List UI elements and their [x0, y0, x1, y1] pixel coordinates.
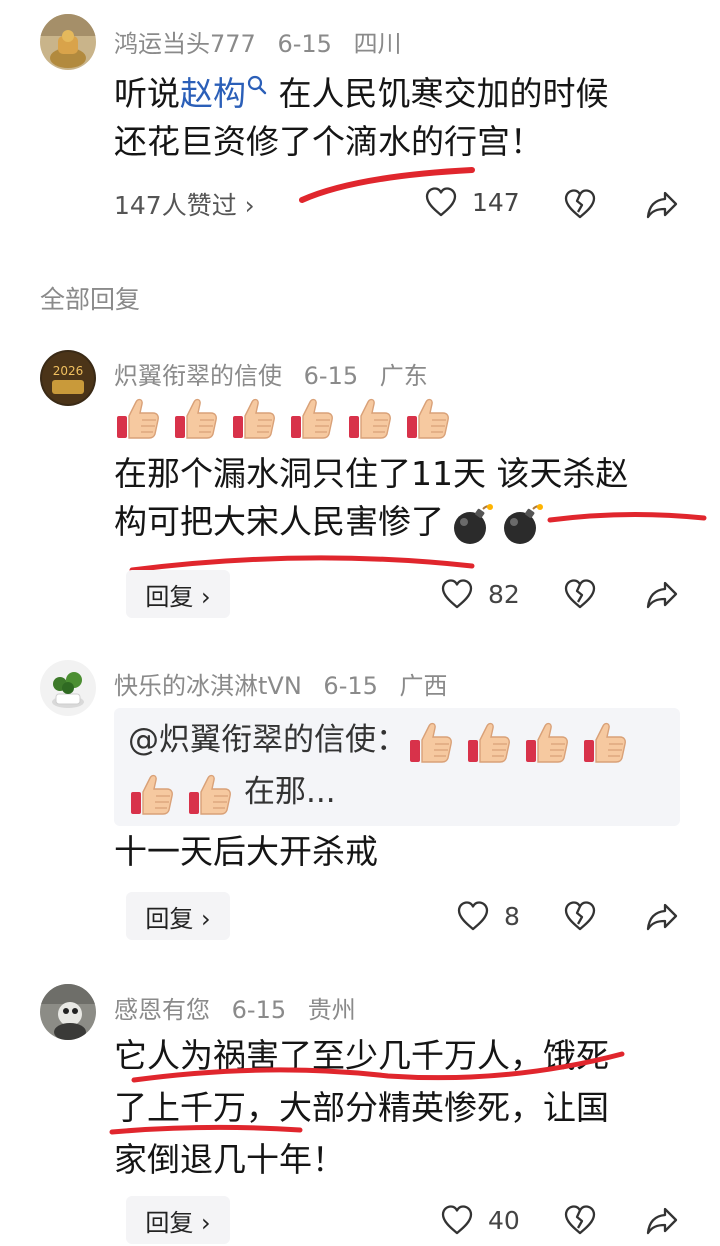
- like-button[interactable]: 82: [440, 578, 520, 610]
- reply-location: 广西: [399, 672, 448, 700]
- thumbs-up-emoji: [114, 394, 162, 442]
- share-icon[interactable]: [645, 580, 679, 610]
- like-count: 40: [488, 1205, 520, 1235]
- likers-link[interactable]: 147人赞过 ›: [114, 186, 255, 222]
- like-count: 147: [472, 187, 520, 217]
- thumbs-up-emoji: [230, 394, 278, 442]
- thumbs-up-emoji: [172, 394, 220, 442]
- post-location: 四川: [353, 30, 402, 58]
- avatar[interactable]: [40, 984, 96, 1040]
- heart-icon: [440, 578, 474, 610]
- thumbs-up-emoji: [581, 718, 629, 766]
- broken-heart-icon[interactable]: [563, 1204, 597, 1236]
- like-button[interactable]: 40: [440, 1204, 520, 1236]
- thumbs-up-emoji: [288, 394, 336, 442]
- thumbs-up-emoji: [523, 718, 571, 766]
- quoted-user[interactable]: @炽翼衔翠的信使：: [128, 722, 407, 758]
- reply-text: 十一天后大开杀戒: [114, 832, 378, 871]
- reply-meta: 炽翼衔翠的信使 6-15 广东: [114, 356, 442, 391]
- username[interactable]: 感恩有您: [114, 996, 210, 1024]
- broken-heart-icon[interactable]: [563, 900, 597, 932]
- reply-button[interactable]: 回复 ›: [126, 570, 230, 618]
- thumbs-up-emoji: [407, 718, 455, 766]
- search-icon: [247, 75, 267, 95]
- emoji-row: [114, 394, 462, 442]
- reply-date: 6-15: [303, 362, 359, 390]
- avatar[interactable]: [40, 14, 96, 70]
- share-icon[interactable]: [645, 190, 679, 220]
- reply-location: 广东: [379, 362, 428, 390]
- heart-icon: [424, 186, 458, 218]
- thumbs-up-emoji: [186, 770, 234, 818]
- thumbs-up-emoji: [346, 394, 394, 442]
- username[interactable]: 鸿运当头777: [114, 30, 256, 58]
- avatar[interactable]: 2026: [40, 350, 96, 406]
- reply-text: 在那个漏水洞只住了11天 该天杀赵 构可把大宋人民害惨了: [114, 450, 628, 546]
- share-icon[interactable]: [645, 1206, 679, 1236]
- thumbs-up-emoji: [465, 718, 513, 766]
- post-meta: 鸿运当头777 6-15 四川: [114, 24, 416, 59]
- share-icon[interactable]: [645, 902, 679, 932]
- avatar[interactable]: [40, 660, 96, 716]
- heart-icon: [456, 900, 490, 932]
- like-count: 8: [504, 901, 520, 931]
- broken-heart-icon[interactable]: [563, 188, 597, 220]
- heart-icon: [440, 1204, 474, 1236]
- username[interactable]: 炽翼衔翠的信使: [114, 362, 282, 390]
- quoted-reply[interactable]: @炽翼衔翠的信使： 在那...: [114, 708, 680, 826]
- broken-heart-icon[interactable]: [563, 578, 597, 610]
- svg-text:2026: 2026: [53, 364, 84, 378]
- section-title: 全部回复: [40, 285, 141, 314]
- search-link[interactable]: 赵构: [180, 74, 268, 113]
- like-button[interactable]: 8: [456, 900, 520, 932]
- post-text: 听说赵构 在人民饥寒交加的时候 还花巨资修了个滴水的行宫！: [114, 74, 609, 161]
- reply-button[interactable]: 回复 ›: [126, 892, 230, 940]
- reply-meta: 快乐的冰淇淋tVN 6-15 广西: [114, 666, 462, 701]
- thumbs-up-emoji: [404, 394, 452, 442]
- reply-button[interactable]: 回复 ›: [126, 1196, 230, 1244]
- bomb-emoji: [500, 502, 544, 546]
- username[interactable]: 快乐的冰淇淋tVN: [114, 672, 302, 700]
- quoted-text: 在那...: [244, 774, 336, 810]
- reply-date: 6-15: [231, 996, 287, 1024]
- reply-date: 6-15: [323, 672, 378, 700]
- like-count: 82: [488, 579, 520, 609]
- reply-location: 贵州: [307, 996, 356, 1024]
- thumbs-up-emoji: [128, 770, 176, 818]
- reply-text: 它人为祸害了至少几千万人，饿死 了上千万，大部分精英惨死，让国 家倒退几十年！: [114, 1036, 609, 1179]
- reply-meta: 感恩有您 6-15 贵州: [114, 990, 370, 1025]
- post-date: 6-15: [277, 30, 332, 58]
- like-button[interactable]: 147: [424, 186, 520, 218]
- bomb-emoji: [450, 502, 494, 546]
